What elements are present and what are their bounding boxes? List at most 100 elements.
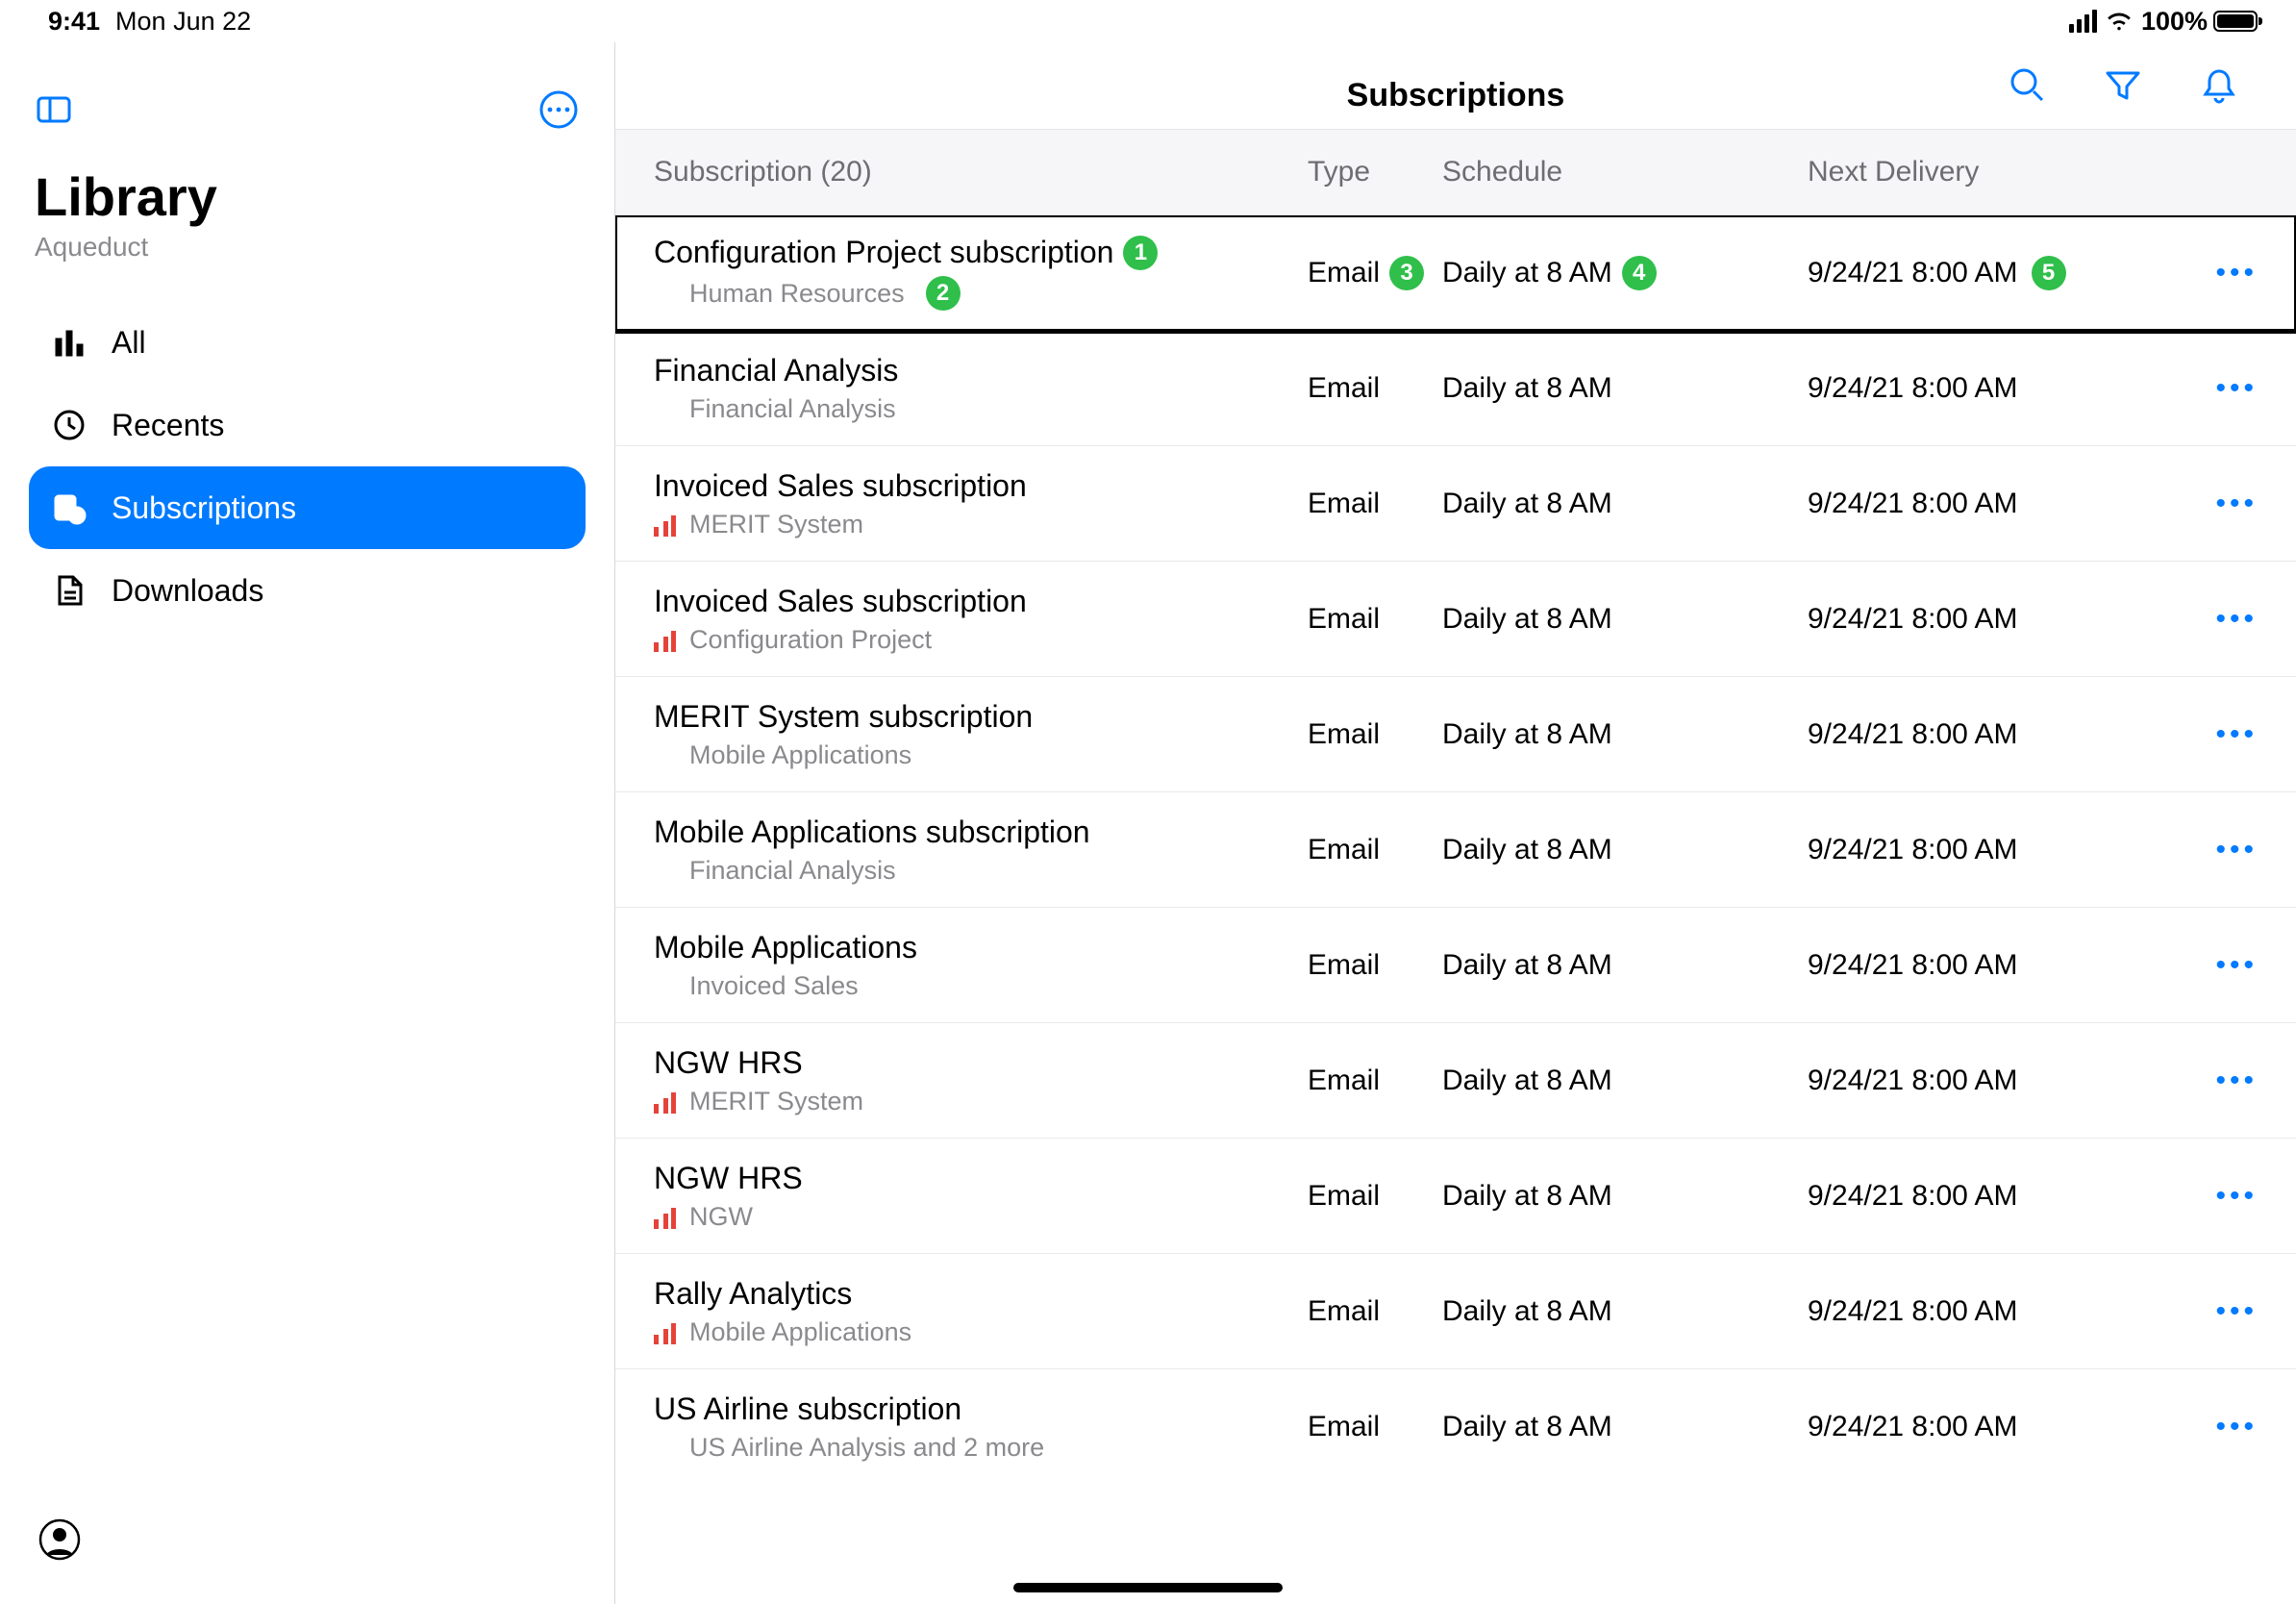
sidebar-toggle-icon[interactable] [35, 90, 73, 129]
table-row[interactable]: Mobile Applications Invoiced SalesEmailDa… [615, 908, 2296, 1023]
content-header: Subscriptions [615, 42, 2296, 129]
subscription-name: Financial Analysis [654, 353, 1308, 388]
subscription-next: 9/24/21 8:00 AM [1808, 718, 2181, 751]
row-more-icon[interactable]: ••• [2181, 718, 2258, 751]
bar-chart-icon [52, 325, 87, 360]
subscription-name: Rally Analytics [654, 1276, 1308, 1312]
sidebar-item-label: Recents [112, 408, 224, 443]
table-row[interactable]: US Airline subscription US Airline Analys… [615, 1369, 2296, 1485]
col-type[interactable]: Type [1308, 156, 1442, 188]
sidebar: Library Aqueduct All [0, 42, 615, 1604]
col-schedule[interactable]: Schedule [1442, 156, 1808, 188]
clock-icon [52, 408, 87, 442]
subscription-schedule: Daily at 8 AM [1442, 834, 1808, 866]
subscription-schedule: Daily at 8 AM [1442, 949, 1808, 982]
row-more-icon[interactable]: ••• [2181, 1180, 2258, 1213]
col-next[interactable]: Next Delivery [1808, 156, 2181, 188]
document-icon [52, 573, 87, 608]
content: Subscriptions [615, 42, 2296, 1604]
sidebar-more-icon[interactable] [537, 88, 580, 131]
table-row[interactable]: NGW HRSMERIT SystemEmailDaily at 8 AM9/2… [615, 1023, 2296, 1139]
subscription-schedule: Daily at 8 AM [1442, 1065, 1808, 1097]
subscription-type: Email [1308, 1065, 1442, 1097]
table-row[interactable]: Configuration Project subscription1Human… [615, 215, 2296, 331]
home-indicator[interactable] [1013, 1583, 1283, 1592]
subscription-next: 9/24/21 8:00 AM [1808, 1411, 2181, 1443]
row-more-icon[interactable]: ••• [2181, 257, 2258, 289]
subscription-next: 9/24/21 8:00 AM [1808, 1295, 2181, 1328]
sidebar-item-downloads[interactable]: Downloads [29, 549, 586, 632]
row-more-icon[interactable]: ••• [2181, 949, 2258, 982]
bell-icon[interactable] [2200, 65, 2238, 104]
battery-indicator: 100% [2141, 7, 2258, 37]
table-row[interactable]: Invoiced Sales subscriptionConfiguration… [615, 562, 2296, 677]
subscription-name: NGW HRS [654, 1161, 1308, 1196]
subscription-schedule: Daily at 8 AM4 [1442, 256, 1808, 290]
sidebar-item-label: All [112, 325, 146, 361]
table-header: Subscription (20) Type Schedule Next Del… [615, 129, 2296, 215]
row-more-icon[interactable]: ••• [2181, 1411, 2258, 1443]
step-badge-4: 4 [1622, 256, 1657, 290]
subscription-name: Mobile Applications [654, 930, 1308, 965]
subscription-schedule: Daily at 8 AM [1442, 1295, 1808, 1328]
subscription-type: Email [1308, 949, 1442, 982]
row-more-icon[interactable]: ••• [2181, 488, 2258, 520]
table-row[interactable]: MERIT System subscriptionMobile Applicat… [615, 677, 2296, 792]
row-more-icon[interactable]: ••• [2181, 603, 2258, 636]
page-title: Subscriptions [1347, 77, 1565, 114]
col-subscription[interactable]: Subscription (20) [654, 156, 1308, 188]
subscription-name: Configuration Project subscription1 [654, 235, 1308, 270]
subscription-type: Email [1308, 834, 1442, 866]
step-badge-5: 5 [2032, 256, 2066, 290]
subscription-source: US Airline Analysis and 2 more [654, 1433, 1308, 1463]
subscription-name: US Airline subscription [654, 1391, 1308, 1427]
battery-percent: 100% [2141, 7, 2208, 37]
subscription-type: Email [1308, 488, 1442, 520]
table-row[interactable]: Rally Analytics Mobile ApplicationsEmailD… [615, 1254, 2296, 1369]
status-bar: 9:41 Mon Jun 22 100% [0, 0, 2296, 42]
sidebar-item-subscriptions[interactable]: Subscriptions [29, 466, 586, 549]
row-more-icon[interactable]: ••• [2181, 1065, 2258, 1097]
subscription-type: Email [1308, 1295, 1442, 1328]
subscription-type: Email3 [1308, 256, 1442, 290]
sidebar-title: Library [0, 138, 614, 228]
subscription-schedule: Daily at 8 AM [1442, 372, 1808, 405]
subscription-type: Email [1308, 718, 1442, 751]
table-row[interactable]: Financial AnalysisFinancial AnalysisEmai… [615, 331, 2296, 446]
row-more-icon[interactable]: ••• [2181, 834, 2258, 866]
subscription-next: 9/24/21 8:00 AM5 [1808, 256, 2181, 290]
step-badge-3: 3 [1389, 256, 1424, 290]
subscription-type: Email [1308, 372, 1442, 405]
subscription-source: MERIT System [654, 1087, 1308, 1116]
subscription-type: Email [1308, 1180, 1442, 1213]
row-more-icon[interactable]: ••• [2181, 1295, 2258, 1328]
table-row[interactable]: NGW HRSNGWEmailDaily at 8 AM9/24/21 8:00… [615, 1139, 2296, 1254]
wifi-icon [2105, 11, 2134, 32]
sidebar-user[interactable] [38, 1518, 81, 1566]
subscription-source: Invoiced Sales [654, 971, 1308, 1001]
cellular-signal-icon [2069, 10, 2097, 33]
subscription-icon [52, 490, 87, 525]
subscription-schedule: Daily at 8 AM [1442, 1411, 1808, 1443]
subscription-type: Email [1308, 603, 1442, 636]
search-icon[interactable] [2008, 65, 2046, 104]
subscription-source: Mobile Applications [654, 1317, 1308, 1347]
subscription-source: NGW [654, 1202, 1308, 1232]
status-time: 9:41 [48, 7, 100, 37]
row-more-icon[interactable]: ••• [2181, 372, 2258, 405]
table-body: Configuration Project subscription1Human… [615, 215, 2296, 1604]
sidebar-item-all[interactable]: All [29, 301, 586, 384]
subscription-next: 9/24/21 8:00 AM [1808, 1065, 2181, 1097]
subscription-type: Email [1308, 1411, 1442, 1443]
step-badge-2: 2 [926, 276, 961, 311]
table-row[interactable]: Mobile Applications subscriptionFinancia… [615, 792, 2296, 908]
filter-icon[interactable] [2104, 65, 2142, 104]
subscription-next: 9/24/21 8:00 AM [1808, 949, 2181, 982]
sidebar-item-recents[interactable]: Recents [29, 384, 586, 466]
table-row[interactable]: Invoiced Sales subscriptionMERIT SystemE… [615, 446, 2296, 562]
subscription-source: Financial Analysis [654, 856, 1308, 886]
sidebar-item-label: Subscriptions [112, 490, 296, 526]
subscription-schedule: Daily at 8 AM [1442, 488, 1808, 520]
subscription-schedule: Daily at 8 AM [1442, 603, 1808, 636]
user-avatar-icon [38, 1518, 81, 1561]
